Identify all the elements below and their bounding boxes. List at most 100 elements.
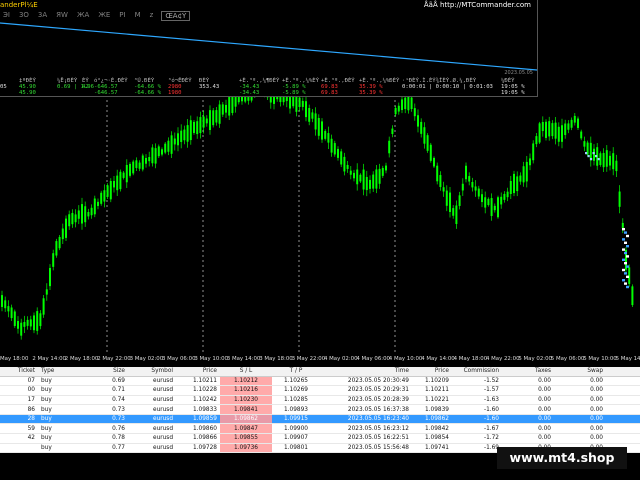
candle-body xyxy=(461,183,464,191)
candle-body xyxy=(529,158,531,166)
stat-header: ¼ÐÈÝ xyxy=(501,78,515,84)
stat-value: 45.90 xyxy=(19,90,36,97)
candle-body xyxy=(429,144,432,161)
trade-marker xyxy=(590,158,593,161)
column-header-time[interactable]: Time xyxy=(320,367,412,377)
table-row[interactable]: 17 buy 0.74 eurusd 1.10242 1.10230 1.10285 2023… xyxy=(0,395,640,406)
time-axis-label: 2 May 14:00 xyxy=(32,356,66,362)
candle-body xyxy=(420,121,423,134)
candle-body xyxy=(225,104,227,113)
candle-body xyxy=(103,190,106,202)
column-header-t-p[interactable]: T / P xyxy=(272,367,320,377)
candle-body xyxy=(122,172,125,178)
stats-panel-window[interactable]: anderPl¼E ÅãÅ http://MTCommander.com ЭI 3… xyxy=(0,0,538,97)
candle-body xyxy=(193,121,195,133)
stat-header: ‡ºÐÈÝ xyxy=(19,78,36,84)
trade-marker xyxy=(592,152,595,155)
candle-body xyxy=(90,207,93,216)
time-axis-label: 4 May 14:00 xyxy=(421,356,455,362)
table-cell: 1.09907 xyxy=(272,433,320,444)
stat-header: +È.³º.‚¼%ÈÝ xyxy=(282,78,320,84)
table-cell: 0.00 xyxy=(502,395,554,406)
candle-body xyxy=(449,192,451,213)
table-cell: -1.57 xyxy=(452,385,502,396)
candle-body xyxy=(55,241,58,256)
candle-body xyxy=(381,167,384,176)
table-row[interactable]: 59 buy 0.76 eurusd 1.09860 1.09847 1.09900 2023… xyxy=(0,423,640,435)
candle-body xyxy=(148,157,151,162)
table-cell: 1.09736 xyxy=(220,443,272,453)
column-header-profit[interactable]: Profit xyxy=(606,367,640,377)
column-header-price[interactable]: Price xyxy=(412,367,452,377)
column-header-price[interactable]: Price xyxy=(176,367,220,377)
table-body: 07 buy 0.69 eurusd 1.10211 1.10212 1.10265 2023… xyxy=(0,376,640,453)
candle-body xyxy=(369,179,371,189)
table-row[interactable]: 07 buy 0.69 eurusd 1.10211 1.10212 1.10265 2023… xyxy=(0,376,640,387)
candle-body xyxy=(410,97,413,109)
table-cell: -1.72 xyxy=(452,433,502,444)
stat-value: -64.66 % xyxy=(134,90,161,97)
trade-marker xyxy=(624,282,627,285)
candle-body xyxy=(196,121,199,135)
table-cell: 2023.05.05 16:37:38 xyxy=(320,404,412,415)
candle-body xyxy=(74,214,77,223)
table-cell: buy xyxy=(38,423,88,435)
column-header-commission[interactable]: Commission xyxy=(452,367,502,377)
table-cell: 42 xyxy=(0,433,38,444)
column-header-symbol[interactable]: Symbol xyxy=(128,367,176,377)
table-cell: 0.71 xyxy=(88,385,128,396)
candle-body xyxy=(177,133,179,146)
table-cell: 1.09854 xyxy=(412,433,452,444)
candle-body xyxy=(29,319,32,327)
panel-title: anderPl¼E xyxy=(0,1,38,9)
candle-body xyxy=(125,164,128,183)
table-cell: 1.10269 xyxy=(272,385,320,396)
table-row[interactable]: 28 buy 0.73 eurusd 1.09859 1.09862 1.09915 2023… xyxy=(0,414,640,425)
time-axis-label: 4 May 06:00 xyxy=(356,356,390,362)
column-header-swap[interactable]: Swap xyxy=(554,367,606,377)
stat-value: 19:05 % xyxy=(501,84,525,91)
table-cell: 1.09855 xyxy=(220,433,272,444)
table-cell: 0.00 xyxy=(502,423,554,435)
table-row[interactable]: 86 buy 0.73 eurusd 1.09833 1.09841 1.09893 2023… xyxy=(0,404,640,415)
table-cell xyxy=(0,443,38,453)
candle-body xyxy=(535,136,538,145)
candle-body xyxy=(378,168,381,184)
table-cell: 1.09741 xyxy=(412,443,452,453)
candle-body xyxy=(13,311,16,326)
column-header-size[interactable]: Size xyxy=(88,367,128,377)
panel-url-link[interactable]: ÅãÅ http://MTCommander.com xyxy=(424,1,531,9)
candle-body xyxy=(516,176,519,192)
candle-body xyxy=(71,212,74,225)
column-header-s-l[interactable]: S / L xyxy=(220,367,272,377)
candle-body xyxy=(570,119,573,128)
table-row[interactable]: 00 buy 0.71 eurusd 1.10228 1.10216 1.10269 2023… xyxy=(0,385,640,396)
time-axis-label: 4 May 22:00 xyxy=(486,356,520,362)
candle-body xyxy=(391,128,394,134)
table-cell: 1.09862 xyxy=(220,414,272,425)
stat-value: 45.90 xyxy=(19,84,36,91)
candle-body xyxy=(561,125,563,142)
column-header-type[interactable]: Type xyxy=(38,367,88,377)
table-row[interactable]: 42 buy 0.78 eurusd 1.09866 1.09855 1.09907 2023… xyxy=(0,433,640,444)
candle-body xyxy=(525,161,528,182)
candle-body xyxy=(314,113,317,130)
candle-body xyxy=(365,176,368,191)
candle-body xyxy=(237,96,240,103)
candle-body xyxy=(164,143,167,153)
candle-body xyxy=(132,161,135,174)
table-cell: 1.09842 xyxy=(412,423,452,435)
trade-marker xyxy=(624,251,627,255)
table-cell: buy xyxy=(38,433,88,444)
candle-body xyxy=(442,187,445,192)
candle-body xyxy=(205,118,208,124)
table-cell: buy xyxy=(38,404,88,415)
candle-body xyxy=(564,123,567,136)
column-header-ticket[interactable]: Ticket xyxy=(0,367,38,377)
column-header-taxes[interactable]: Taxes xyxy=(502,367,554,377)
candle-body xyxy=(93,198,96,215)
trade-markers xyxy=(585,152,629,289)
table-cell: 0.00 xyxy=(554,385,606,396)
table-cell: 1.10216 xyxy=(220,385,272,396)
candle-body xyxy=(343,156,346,172)
